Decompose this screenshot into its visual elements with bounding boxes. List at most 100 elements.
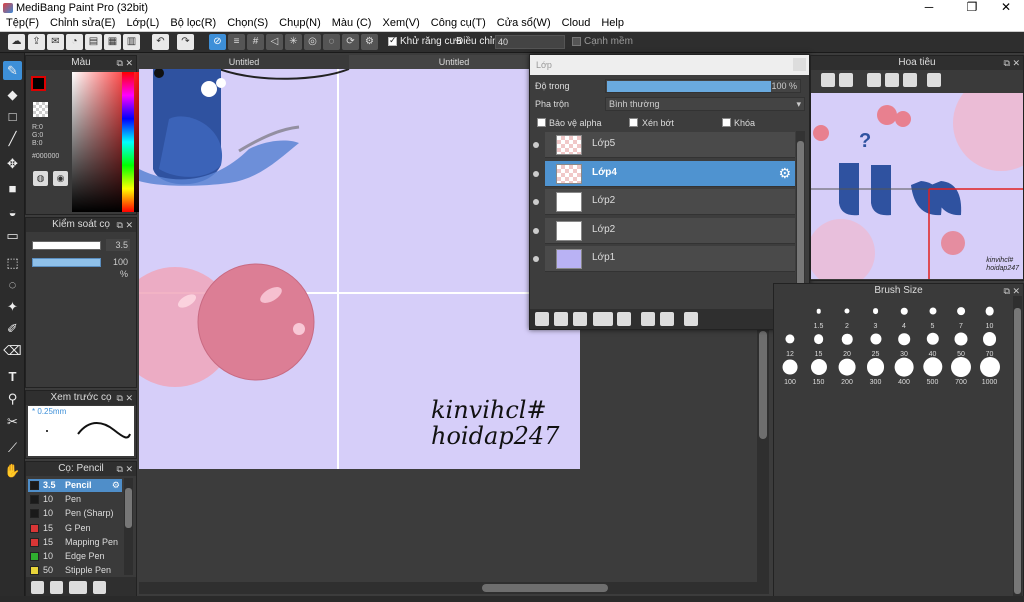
panel-popout-icon[interactable]: ⧉ ✕	[1004, 56, 1020, 70]
lock-checkbox[interactable]	[722, 118, 731, 127]
brush-list-item[interactable]: 10 Edge Pen	[28, 550, 122, 563]
perspective-snap-icon[interactable]: ◁	[266, 34, 283, 50]
protect-alpha-checkbox[interactable]	[537, 118, 546, 127]
brush-size-option[interactable]: 150	[805, 354, 833, 387]
brush-tool-icon[interactable]: ✎	[3, 61, 22, 80]
menu-filter[interactable]: Bộ lọc(R)	[170, 16, 216, 31]
layer-visibility-icon[interactable]	[533, 170, 539, 177]
brush-size-option[interactable]: 300	[862, 354, 890, 387]
antialias-checkbox[interactable]	[388, 35, 397, 46]
rectangle-tool-icon[interactable]: □	[3, 107, 22, 126]
rotate-icon[interactable]: ⟳	[342, 34, 359, 50]
brush-size-option[interactable]: 1000	[976, 354, 1004, 387]
navigator-preview[interactable]: ? kinvihcl# hoidap247	[811, 93, 1023, 279]
layer-menu-icon[interactable]	[593, 312, 613, 326]
blend-mode-select[interactable]: Bình thường ▾	[605, 97, 805, 111]
delete-layer-icon[interactable]	[684, 312, 698, 326]
zoom-out-icon[interactable]	[839, 73, 853, 87]
redo-icon[interactable]: ↷	[177, 34, 194, 50]
menu-tools[interactable]: Công cụ(T)	[431, 16, 486, 31]
color-picker-icon[interactable]: ◉	[53, 171, 68, 186]
operation-tool-icon[interactable]: ⚲	[3, 389, 22, 408]
line-tool-icon[interactable]: ╱	[3, 129, 22, 148]
select-tool-icon[interactable]: ⬚	[3, 253, 22, 272]
export-icon[interactable]: ⇪	[28, 34, 45, 50]
menu-layer[interactable]: Lớp(L)	[126, 16, 159, 31]
move-tool-icon[interactable]: ✥	[3, 154, 22, 173]
panel-popout-icon[interactable]: ⧉ ✕	[117, 218, 133, 232]
new-color-layer-icon[interactable]	[573, 312, 587, 326]
layer-item[interactable]: Lớp2	[533, 217, 795, 244]
hue-slider[interactable]	[122, 72, 134, 212]
menu-file[interactable]: Tệp(F)	[6, 16, 39, 31]
page-icon[interactable]: ▤	[85, 34, 102, 50]
brush-menu-icon[interactable]	[69, 581, 87, 594]
canvas-horizontal-scrollbar[interactable]	[139, 582, 769, 594]
parallel-snap-icon[interactable]: ≡	[228, 34, 245, 50]
maximize-button[interactable]: ❐	[957, 0, 987, 16]
panel-popout-icon[interactable]: ⧉ ✕	[117, 56, 133, 70]
brush-list-item[interactable]: 3.5 Pencil ⚙	[28, 479, 122, 492]
folder-icon[interactable]	[617, 312, 631, 326]
opacity-slider[interactable]: 100 %	[605, 79, 801, 93]
layer-window-header[interactable]: Lớp	[530, 55, 809, 75]
foreground-color-swatch[interactable]	[31, 76, 46, 91]
snap-off-icon[interactable]: ⊘	[209, 34, 226, 50]
menu-select[interactable]: Chọn(S)	[227, 16, 268, 31]
add-brush-icon[interactable]	[31, 581, 44, 594]
fit-icon[interactable]	[821, 73, 835, 87]
select-pen-tool-icon[interactable]: ✐	[3, 319, 22, 338]
radial-snap-icon[interactable]: ✳	[285, 34, 302, 50]
brush-size-option[interactable]: 500	[919, 354, 947, 387]
close-button[interactable]: ✕	[991, 0, 1021, 16]
new-layer-icon[interactable]	[535, 312, 549, 326]
magic-wand-tool-icon[interactable]: ✦	[3, 297, 22, 316]
gradient-tool-icon[interactable]: ▭	[3, 226, 22, 245]
gear-icon[interactable]: ⚙	[778, 165, 791, 182]
gear-icon[interactable]: ⚙	[112, 479, 120, 492]
brush-size-scrollbar[interactable]	[1013, 296, 1022, 599]
minimize-button[interactable]: ─	[914, 0, 944, 16]
menu-cloud[interactable]: Cloud	[562, 16, 591, 31]
brush-list-item[interactable]: 15 Mapping Pen	[28, 535, 122, 549]
delete-brush-icon[interactable]	[93, 581, 106, 594]
flip-icon[interactable]	[927, 73, 941, 87]
brush-size-slider[interactable]	[32, 241, 101, 250]
brush-opacity-slider[interactable]	[32, 258, 101, 267]
brush-size-value[interactable]: 3.5	[106, 239, 130, 251]
brush-opacity-value[interactable]: 100 %	[106, 256, 130, 279]
brush-list-item[interactable]: 10 Pen	[28, 493, 122, 507]
layer-window-close-icon[interactable]	[793, 58, 806, 71]
brush-list-item[interactable]: 15 G Pen	[28, 521, 122, 535]
layer-visibility-icon[interactable]	[533, 256, 539, 262]
correction-select[interactable]: 40	[495, 35, 565, 49]
reset-rotation-icon[interactable]	[885, 73, 899, 87]
menu-help[interactable]: Help	[601, 16, 624, 31]
menu-color[interactable]: Màu (C)	[332, 16, 372, 31]
lasso-tool-icon[interactable]: ◌	[3, 275, 22, 294]
eyedropper-tool-icon[interactable]: ⟋	[3, 438, 22, 457]
grid-snap-icon[interactable]: #	[247, 34, 264, 50]
select-eraser-tool-icon[interactable]: ⌫	[3, 341, 22, 360]
brush-size-option[interactable]: 200	[833, 354, 861, 387]
curve-snap-icon[interactable]: ◌	[323, 34, 340, 50]
settings-icon[interactable]: ⚙	[361, 34, 378, 50]
text-tool-icon[interactable]: T	[3, 367, 22, 386]
transparent-color-swatch[interactable]	[33, 102, 48, 117]
layer-item[interactable]: Lớp2	[533, 189, 795, 215]
tab-untitled-1[interactable]: Untitled	[139, 55, 349, 69]
artboard[interactable]: kinvihcl# hoidap247	[139, 69, 580, 469]
menu-view[interactable]: Xem(V)	[382, 16, 419, 31]
new-halftone-layer-icon[interactable]	[554, 312, 568, 326]
grid-panel-icon[interactable]: ▦	[104, 34, 121, 50]
panel-popout-icon[interactable]: ⧉ ✕	[117, 462, 133, 476]
new-brush-icon[interactable]	[50, 581, 63, 594]
circle-snap-icon[interactable]: ◎	[304, 34, 321, 50]
brush-size-option[interactable]: 100	[776, 354, 804, 387]
brush-list-scrollbar[interactable]	[124, 478, 133, 575]
menu-snap[interactable]: Chụp(N)	[279, 16, 321, 31]
panel-popout-icon[interactable]: ⧉ ✕	[117, 391, 133, 405]
cloud-icon[interactable]: ☁	[8, 34, 25, 50]
menu-window[interactable]: Cửa sổ(W)	[497, 16, 551, 31]
brush-size-option[interactable]: 700	[947, 354, 975, 387]
